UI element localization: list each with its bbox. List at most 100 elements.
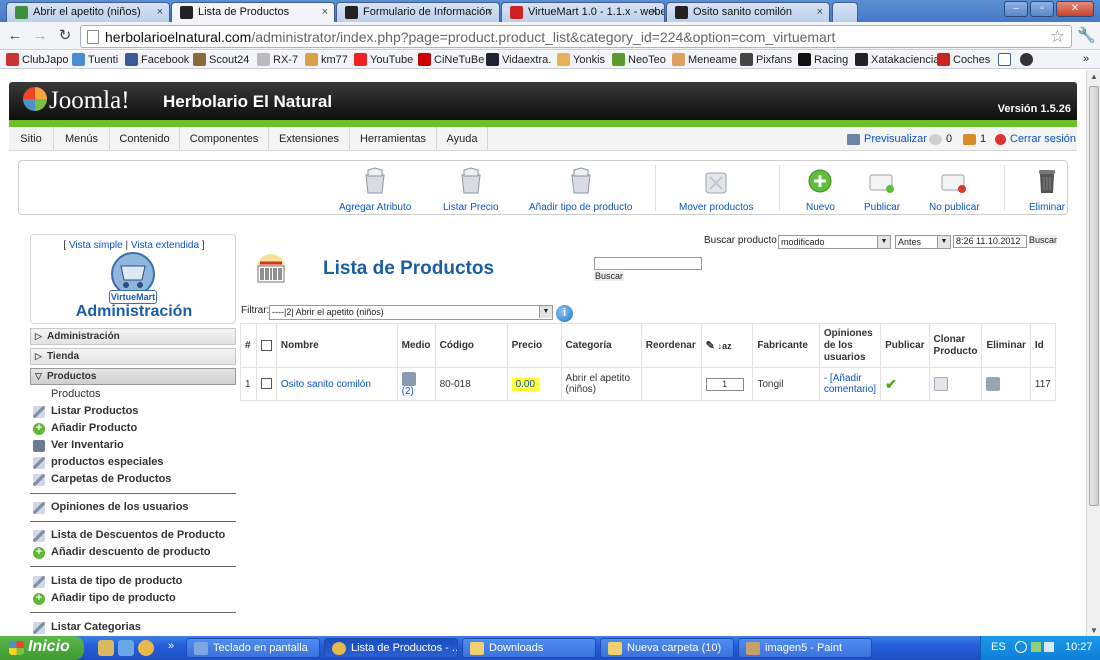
task-button[interactable]: Downloads <box>462 638 596 658</box>
browser-tab[interactable]: Osito sanito comilón × <box>666 2 830 22</box>
quick-launch-icon[interactable] <box>98 640 114 656</box>
add-product-type-button[interactable]: Añadir tipo de producto <box>529 167 632 213</box>
forward-arrow-icon[interactable]: → <box>30 26 50 46</box>
bookmark-item[interactable]: Xatakaciencia <box>855 53 940 66</box>
language-indicator[interactable]: ES <box>991 641 1006 653</box>
menu-contenido[interactable]: Contenido <box>110 127 180 151</box>
bookmark-item[interactable]: CiNeTuBe <box>418 53 484 66</box>
sidebar-item-ver-inventario[interactable]: Ver Inventario <box>30 439 236 456</box>
sidebar-item-lista-descuentos[interactable]: Lista de Descuentos de Producto <box>30 529 236 546</box>
bookmark-item[interactable]: Scout24 <box>193 53 249 66</box>
keyword-search-input[interactable] <box>594 257 702 270</box>
messages-count[interactable]: 0 <box>929 133 952 145</box>
preview-link[interactable]: Previsualizar <box>847 133 927 145</box>
bookmark-item[interactable]: YouTube <box>354 53 413 66</box>
media-count-link[interactable]: (2) <box>402 386 414 397</box>
col-code[interactable]: Código <box>434 323 508 368</box>
help-icon[interactable]: i <box>556 305 573 322</box>
save-order-icon[interactable]: ✎ <box>706 340 715 352</box>
logout-link[interactable]: Cerrar sesión <box>995 133 1076 145</box>
bookmark-item[interactable]: Coches <box>937 53 990 66</box>
sidebar-item-carpetas-productos[interactable]: Carpetas de Productos <box>30 473 236 490</box>
browser-tab[interactable]: VirtueMart 1.0 - 1.1.x - webe × <box>501 2 665 22</box>
add-review-link[interactable]: - [Añadir comentario] <box>824 373 876 395</box>
task-button[interactable]: Nueva carpeta (10) <box>600 638 734 658</box>
quick-launch-icon[interactable] <box>118 640 134 656</box>
section-administracion[interactable]: ▷ Administración <box>30 328 236 345</box>
sidebar-item-anadir-producto[interactable]: + Añadir Producto <box>30 422 236 439</box>
close-tab-icon[interactable]: × <box>817 6 823 18</box>
order-input[interactable]: 1 <box>705 377 744 391</box>
task-button[interactable]: Teclado en pantalla <box>186 638 320 658</box>
unpublish-button[interactable]: No publicar <box>929 167 980 213</box>
sidebar-item-anadir-descuento[interactable]: + Añadir descuento de producto <box>30 546 236 563</box>
sidebar-item-lista-tipo-producto[interactable]: Lista de tipo de producto <box>30 575 236 592</box>
browser-tab-active[interactable]: Lista de Productos × <box>171 2 335 22</box>
menu-ayuda[interactable]: Ayuda <box>437 127 488 151</box>
close-tab-icon[interactable]: × <box>652 6 658 18</box>
sidebar-item-productos-especiales[interactable]: productos especiales <box>30 456 236 473</box>
clone-icon[interactable] <box>933 377 948 391</box>
bookmark-item[interactable] <box>998 53 1011 66</box>
vertical-scrollbar[interactable]: ▲ ▼ <box>1086 70 1100 638</box>
bookmark-item[interactable]: km77 <box>305 53 348 66</box>
minimize-icon[interactable]: – <box>1004 1 1028 17</box>
reload-icon[interactable]: ↻ <box>55 26 75 46</box>
bookmark-item[interactable]: Meneame <box>672 53 737 66</box>
media-icon[interactable] <box>401 371 416 386</box>
more-quick-launch-icon[interactable]: » <box>168 640 174 652</box>
task-button-active[interactable]: Lista de Productos - ... <box>324 638 458 658</box>
close-tab-icon[interactable]: × <box>322 6 328 18</box>
section-tienda[interactable]: ▷ Tienda <box>30 348 236 365</box>
sort-az-icon[interactable]: ↓az <box>718 341 732 351</box>
section-productos[interactable]: ▽ Productos <box>30 368 236 385</box>
bookmark-item[interactable]: NeoTeo <box>612 53 666 66</box>
add-attribute-button[interactable]: Agregar Atributo <box>339 167 411 213</box>
product-price[interactable]: 0.00 <box>511 377 540 391</box>
col-id[interactable]: Id <box>1029 323 1057 368</box>
new-button[interactable]: Nuevo <box>806 167 835 213</box>
wrench-menu-icon[interactable]: 🔧 <box>1077 26 1096 44</box>
view-extended-link[interactable]: Vista extendida <box>131 240 199 251</box>
network-icon[interactable] <box>1031 642 1041 652</box>
bookmark-item[interactable]: Vidaextra. <box>486 53 551 66</box>
scroll-up-icon[interactable]: ▲ <box>1088 70 1100 84</box>
address-bar[interactable]: herbolarioelnatural.com/administrator/in… <box>80 25 1072 48</box>
published-check-icon[interactable]: ✔ <box>885 376 897 392</box>
sidebar-item-opiniones[interactable]: Opiniones de los usuarios <box>30 501 236 518</box>
publish-button[interactable]: Publicar <box>864 167 900 213</box>
sidebar-item-listar-productos[interactable]: Listar Productos <box>30 405 236 422</box>
bookmark-item[interactable]: Yonkis <box>557 53 605 66</box>
col-sort-order[interactable]: ✎ ↓az <box>700 323 754 368</box>
menu-sitio[interactable]: Sitio <box>9 127 54 151</box>
select-all-checkbox[interactable] <box>260 339 272 351</box>
view-simple-link[interactable]: Vista simple <box>69 240 123 251</box>
bookmark-item[interactable]: ClubJapo <box>6 53 68 66</box>
delete-icon[interactable] <box>986 377 1001 391</box>
row-checkbox[interactable] <box>260 378 272 390</box>
close-window-icon[interactable]: ✕ <box>1056 1 1094 17</box>
bookmark-item[interactable]: Racing <box>798 53 848 66</box>
bookmark-star-icon[interactable]: ☆ <box>1050 27 1065 47</box>
delete-button[interactable]: Eliminar <box>1029 167 1065 213</box>
scroll-thumb[interactable] <box>1089 86 1099 506</box>
menu-componentes[interactable]: Componentes <box>180 127 269 151</box>
search-date-input[interactable]: 8:26 11.10.2012 <box>953 235 1027 248</box>
browser-tab[interactable]: Abrir el apetito (niños) × <box>6 2 170 22</box>
more-bookmarks-icon[interactable]: » <box>1083 53 1089 65</box>
category-filter-select[interactable]: ----|2| Abrir el apetito (niños) ▼ <box>269 305 553 320</box>
volume-icon[interactable] <box>1044 642 1054 652</box>
chrome-quick-launch-icon[interactable] <box>138 640 154 656</box>
task-button[interactable]: imagen5 - Paint <box>738 638 872 658</box>
col-name[interactable]: Nombre <box>275 323 398 368</box>
start-button[interactable]: Inicio <box>0 636 84 660</box>
keyword-search-button[interactable]: Buscar <box>594 271 625 281</box>
sidebar-item-anadir-tipo-producto[interactable]: + Añadir tipo de producto <box>30 592 236 609</box>
col-select-all[interactable] <box>255 323 277 368</box>
menu-menus[interactable]: Menús <box>54 127 110 151</box>
search-mode-select[interactable]: modificado ▼ <box>778 235 891 249</box>
search-product-button[interactable]: Buscar <box>1029 235 1058 245</box>
move-products-button[interactable]: Mover productos <box>679 167 753 213</box>
tray-icon[interactable] <box>1015 641 1027 653</box>
maximize-icon[interactable]: ▫ <box>1030 1 1054 17</box>
